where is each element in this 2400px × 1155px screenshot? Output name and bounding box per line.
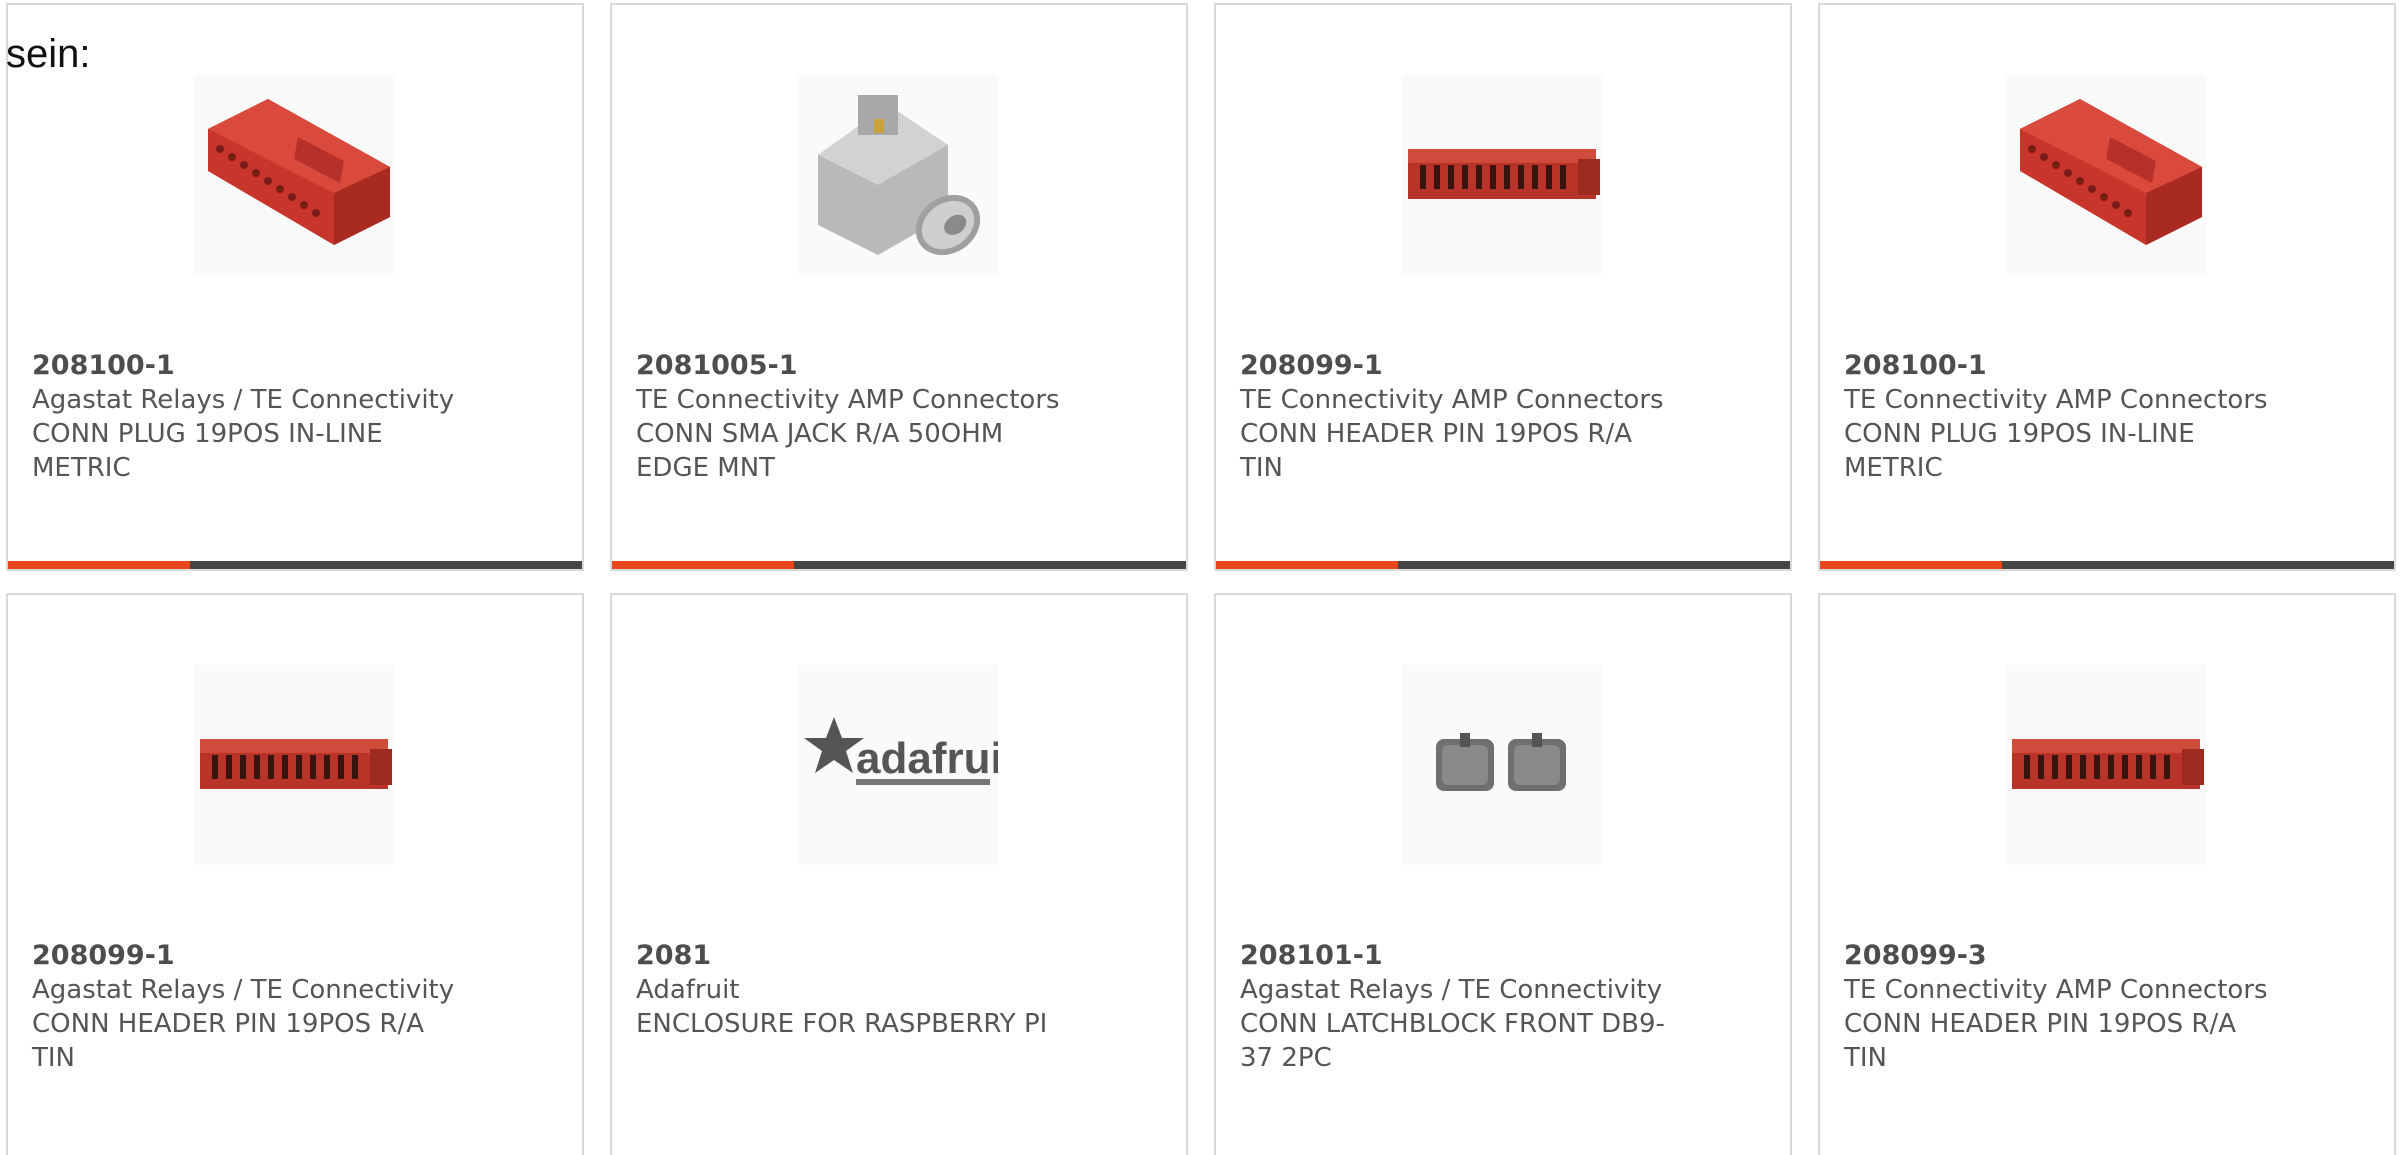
- card-accent: [1216, 561, 1398, 569]
- part-number[interactable]: 208101-1: [1240, 939, 1680, 973]
- product-card[interactable]: 208099-1 Agastat Relays / TE Connectivit…: [6, 593, 584, 1155]
- red-plug-connector-icon: [2020, 99, 2202, 245]
- product-image[interactable]: [798, 75, 998, 275]
- red-header-connector-icon: [200, 739, 392, 789]
- card-accent: [612, 561, 794, 569]
- part-number[interactable]: 208099-1: [32, 939, 472, 973]
- product-info: 208099-1 Agastat Relays / TE Connectivit…: [32, 939, 472, 1075]
- card-accent: [1820, 561, 2002, 569]
- product-card[interactable]: 208101-1 Agastat Relays / TE Connectivit…: [1214, 593, 1792, 1155]
- product-card[interactable]: 208100-1 TE Connectivity AMP Connectors …: [1818, 3, 2396, 571]
- product-info: 208100-1 TE Connectivity AMP Connectors …: [1844, 349, 2284, 485]
- product-image[interactable]: [2006, 665, 2206, 865]
- red-header-connector-icon: [1408, 149, 1600, 199]
- manufacturer: TE Connectivity AMP Connectors: [636, 385, 1060, 415]
- description: CONN PLUG 19POS IN-LINE METRIC: [1844, 419, 2195, 483]
- manufacturer: Agastat Relays / TE Connectivity: [32, 385, 455, 415]
- part-number[interactable]: 208099-1: [1240, 349, 1680, 383]
- description: CONN HEADER PIN 19POS R/A TIN: [32, 1009, 424, 1073]
- red-plug-connector-icon: [208, 99, 390, 245]
- adafruit-logo-icon: adafruit: [804, 717, 998, 785]
- adafruit-logo-text: adafruit: [856, 734, 998, 783]
- product-image[interactable]: [1402, 75, 1602, 275]
- product-info: 208101-1 Agastat Relays / TE Connectivit…: [1240, 939, 1680, 1075]
- part-number[interactable]: 208100-1: [32, 349, 472, 383]
- part-number[interactable]: 208100-1: [1844, 349, 2284, 383]
- card-progress-bar: [1820, 561, 2394, 569]
- product-image[interactable]: [2006, 75, 2206, 275]
- product-grid-page: sein: 208100-1 Agastat Relays / TE Conne…: [0, 0, 2400, 1155]
- description: CONN HEADER PIN 19POS R/A TIN: [1844, 1009, 2236, 1073]
- part-number[interactable]: 208099-3: [1844, 939, 2284, 973]
- manufacturer: TE Connectivity AMP Connectors: [1240, 385, 1664, 415]
- part-number[interactable]: 2081005-1: [636, 349, 1076, 383]
- description: ENCLOSURE FOR RASPBERRY PI: [636, 1009, 1048, 1039]
- card-progress-bar: [8, 561, 582, 569]
- description: CONN HEADER PIN 19POS R/A TIN: [1240, 419, 1632, 483]
- product-image[interactable]: [1402, 665, 1602, 865]
- product-grid: 208100-1 Agastat Relays / TE Connectivit…: [0, 0, 2400, 1155]
- product-info: 2081 Adafruit ENCLOSURE FOR RASPBERRY PI: [636, 939, 1076, 1041]
- sma-jack-connector-icon: [818, 95, 981, 256]
- manufacturer: TE Connectivity AMP Connectors: [1844, 385, 2268, 415]
- product-card[interactable]: 208100-1 Agastat Relays / TE Connectivit…: [6, 3, 584, 571]
- manufacturer: Agastat Relays / TE Connectivity: [1240, 975, 1663, 1005]
- description: CONN LATCHBLOCK FRONT DB9-37 2PC: [1240, 1009, 1665, 1073]
- product-info: 208100-1 Agastat Relays / TE Connectivit…: [32, 349, 472, 485]
- product-image[interactable]: [194, 665, 394, 865]
- product-image[interactable]: adafruit: [798, 665, 998, 865]
- card-accent: [8, 561, 190, 569]
- product-card[interactable]: 208099-3 TE Connectivity AMP Connectors …: [1818, 593, 2396, 1155]
- product-card[interactable]: adafruit 2081 Adafruit ENCLOSURE FOR RAS…: [610, 593, 1188, 1155]
- product-image[interactable]: [194, 75, 394, 275]
- card-progress-bar: [1216, 561, 1790, 569]
- product-info: 208099-3 TE Connectivity AMP Connectors …: [1844, 939, 2284, 1075]
- product-card[interactable]: 208099-1 TE Connectivity AMP Connectors …: [1214, 3, 1792, 571]
- description: CONN PLUG 19POS IN-LINE METRIC: [32, 419, 383, 483]
- product-info: 208099-1 TE Connectivity AMP Connectors …: [1240, 349, 1680, 485]
- description: CONN SMA JACK R/A 50OHM EDGE MNT: [636, 419, 1004, 483]
- section-heading: sein:: [6, 32, 91, 76]
- product-info: 2081005-1 TE Connectivity AMP Connectors…: [636, 349, 1076, 485]
- latchblock-pair-icon: [1436, 733, 1566, 791]
- card-progress-bar: [612, 561, 1186, 569]
- part-number[interactable]: 2081: [636, 939, 1076, 973]
- manufacturer: Agastat Relays / TE Connectivity: [32, 975, 455, 1005]
- manufacturer: Adafruit: [636, 975, 740, 1005]
- product-card[interactable]: 2081005-1 TE Connectivity AMP Connectors…: [610, 3, 1188, 571]
- manufacturer: TE Connectivity AMP Connectors: [1844, 975, 2268, 1005]
- red-header-connector-icon: [2012, 739, 2204, 789]
